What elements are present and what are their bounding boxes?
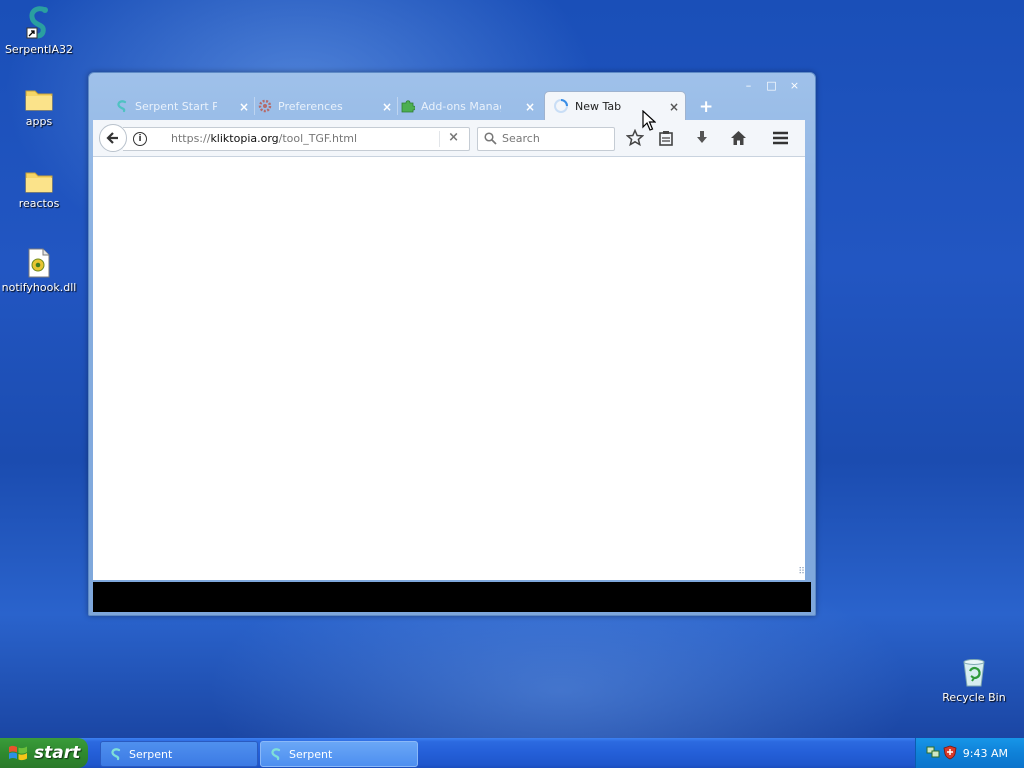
tab-close-button[interactable]: × [669,100,679,114]
start-label: start [34,743,81,763]
loading-icon [554,99,568,113]
menu-button[interactable] [770,128,790,148]
taskbar-item-serpent-active[interactable]: Serpent [260,741,418,767]
tab-separator [254,97,255,115]
url-text: https://kliktopia.org/tool_TGF.html [171,132,357,145]
serpent-icon [26,6,48,39]
window-close-button[interactable]: × [788,79,801,92]
tab-serpent-start[interactable]: Serpent Start Pa × [115,93,255,119]
desktop-icon-label: SerpentIA32 [4,43,74,56]
url-prefix: https:// [171,132,211,145]
search-bar[interactable]: Search [477,127,615,151]
tab-title: Preferences [278,99,343,113]
folder-icon [25,90,53,111]
desktop-icon-label: reactos [18,197,60,210]
search-icon [484,132,497,145]
folder-icon [25,172,53,193]
hamburger-menu-icon [772,131,788,145]
tab-preferences[interactable]: Preferences × [258,93,398,119]
url-separator [439,131,440,147]
downloads-button[interactable] [692,128,712,148]
tab-addons-manager[interactable]: Add-ons Manage × [401,93,541,119]
tab-close-button[interactable]: × [382,100,392,114]
desktop-icon-label: Recycle Bin [942,691,1006,704]
tab-bar: Serpent Start Pa × Preferences × Add-ons… [101,89,785,120]
system-tray: 9:43 AM [915,738,1024,768]
download-icon [697,131,707,143]
desktop-icon-label: apps [25,115,53,128]
start-button[interactable]: start [0,738,88,768]
taskbar: start Serpent Serpent 9:43 AM [0,738,1024,768]
recycle-bin-icon [963,659,985,687]
gear-icon [258,99,272,113]
taskbar-item-label: Serpent [289,747,333,761]
tab-close-button[interactable]: × [525,100,535,114]
tab-new-tab[interactable]: New Tab × [544,91,686,120]
desktop-icon-reactos[interactable]: reactos [1,168,77,210]
desktop-icon-notifyhook[interactable]: notifyhook.dll [1,248,77,294]
url-bar[interactable]: i https://kliktopia.org/tool_TGF.html × [123,127,470,151]
desktop-icon-serpentia32[interactable]: SerpentIA32 [1,4,77,56]
desktop-icon-label: notifyhook.dll [1,281,77,294]
tab-close-button[interactable]: × [239,100,249,114]
url-clear-button[interactable]: × [448,130,459,145]
reading-list-button[interactable] [656,128,676,148]
tab-separator [397,97,398,115]
url-path: /tool_TGF.html [278,132,358,145]
security-shield-icon[interactable] [943,745,957,760]
tab-title: Add-ons Manage [421,99,501,113]
clock[interactable]: 9:43 AM [963,747,1008,760]
navigation-toolbar: i https://kliktopia.org/tool_TGF.html × … [93,120,805,157]
network-icon[interactable] [926,745,940,759]
tab-title: New Tab [575,99,622,113]
new-tab-button[interactable]: + [699,97,713,117]
serpent-icon [111,748,121,761]
dll-file-icon [28,248,50,278]
url-domain: kliktopia.org [210,132,279,145]
black-status-area [93,582,811,612]
serpent-icon [271,748,281,761]
back-button[interactable] [99,124,127,152]
resize-grip[interactable]: ⠿ [798,567,805,577]
browser-window: – □ × Serpent Start Pa × Preferences × A… [88,72,816,616]
mouse-cursor-icon [642,110,656,131]
desktop-icon-recycle-bin[interactable]: Recycle Bin [936,656,1012,704]
taskbar-item-label: Serpent [129,747,173,761]
back-arrow-icon [106,132,118,144]
windows-logo-icon [9,745,27,761]
serpent-icon [117,100,127,113]
puzzle-icon [401,100,415,113]
home-button[interactable] [728,128,748,148]
clipboard-icon [659,131,673,146]
tab-title: Serpent Start Pa [135,99,217,113]
taskbar-item-serpent[interactable]: Serpent [100,741,258,767]
home-icon [730,131,746,145]
info-icon[interactable]: i [133,132,147,146]
search-placeholder: Search [502,132,540,145]
page-content-area[interactable] [93,157,805,580]
desktop-icon-apps[interactable]: apps [1,86,77,128]
